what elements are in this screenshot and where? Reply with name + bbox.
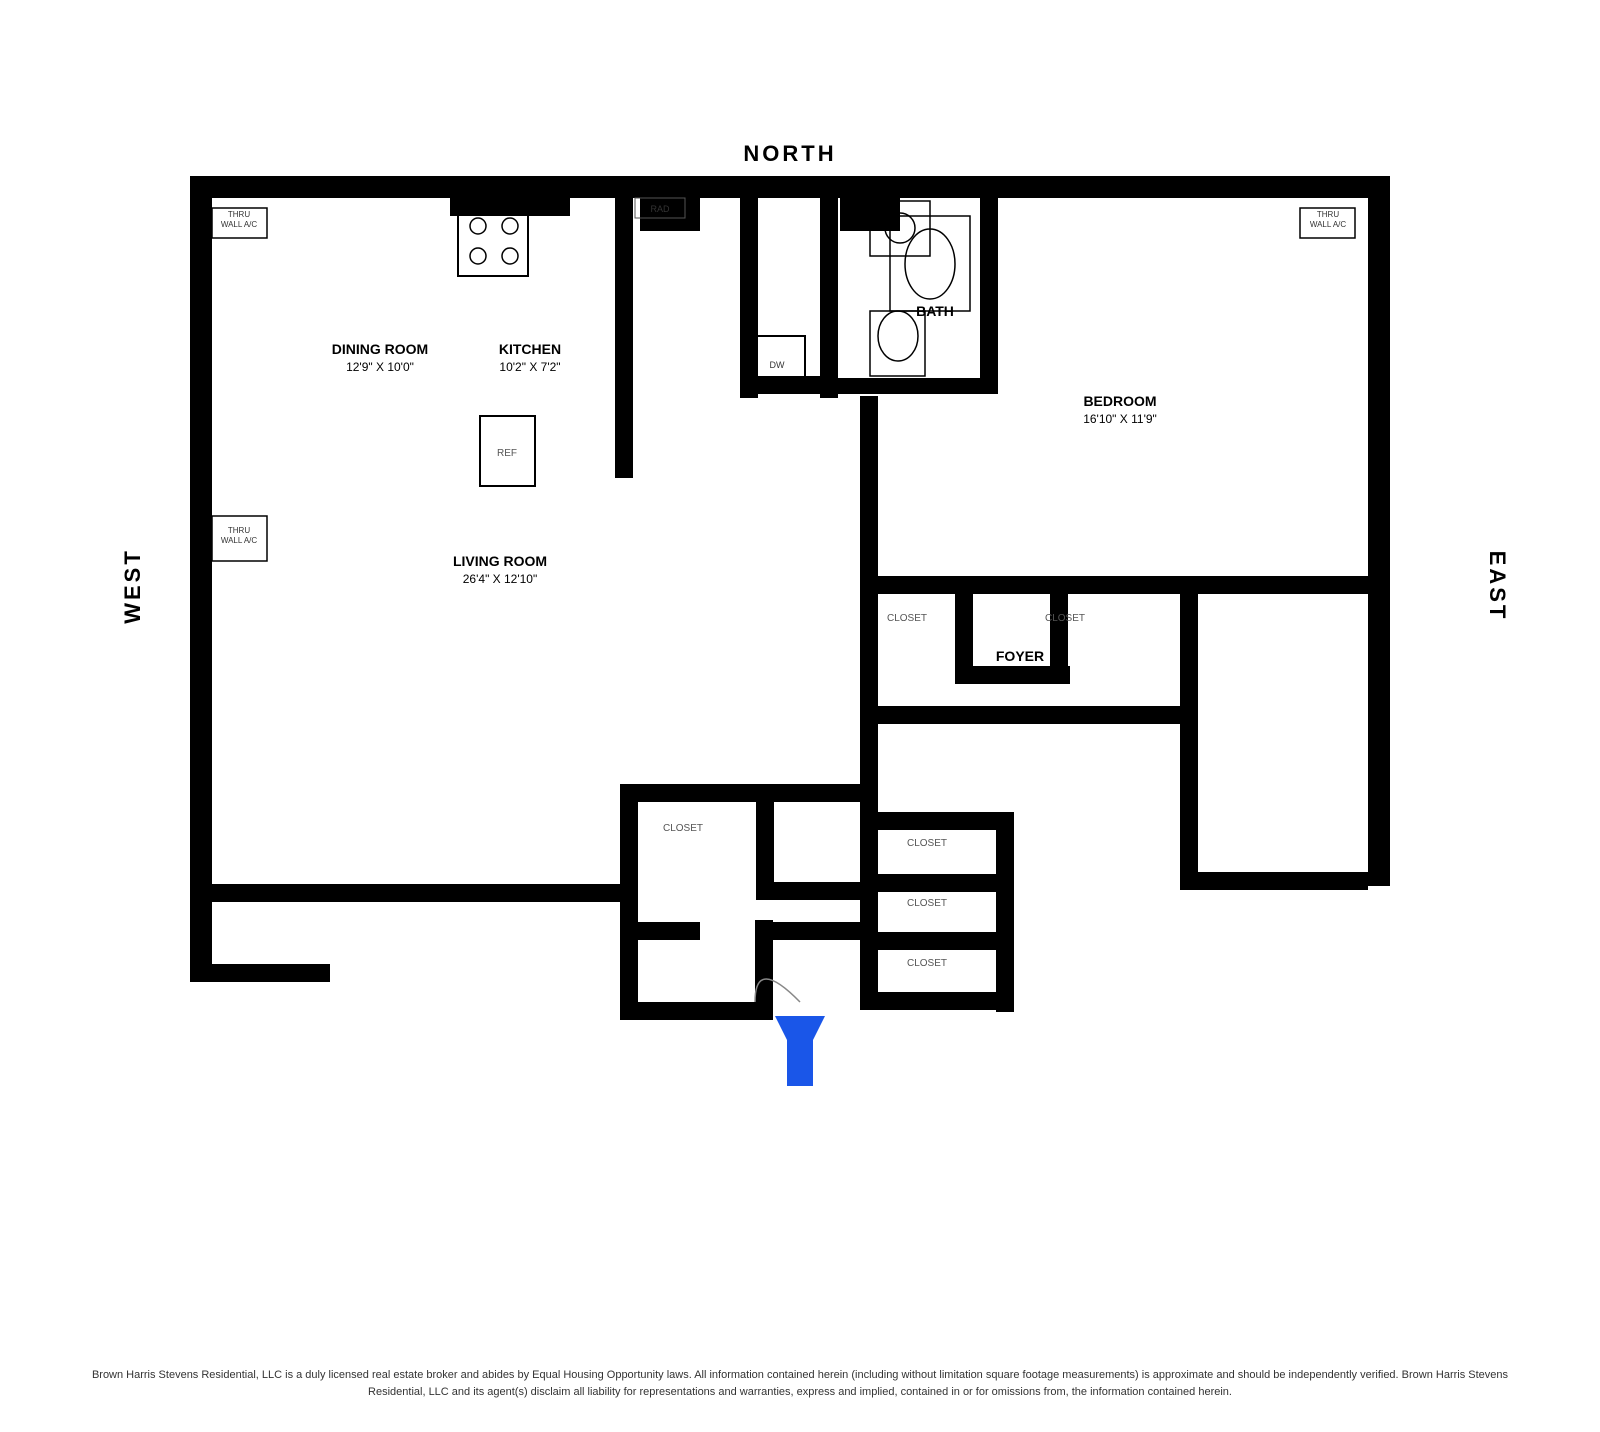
disclaimer-text: Brown Harris Stevens Residential, LLC is… bbox=[80, 1367, 1520, 1402]
bedroom-size: 16'10" X 11'9" bbox=[1083, 412, 1157, 426]
svg-text:THRU: THRU bbox=[228, 210, 250, 219]
dining-room-size: 12'9" X 10'0" bbox=[346, 360, 414, 374]
closet3-label: CLOSET bbox=[663, 823, 703, 834]
closet6-label: CLOSET bbox=[907, 958, 947, 969]
svg-text:WALL A/C: WALL A/C bbox=[221, 220, 258, 229]
kitchen-size: 10'2" X 7'2" bbox=[499, 360, 560, 374]
foyer-size: 17'6" X 5'10" bbox=[986, 667, 1054, 681]
svg-text:RAD: RAD bbox=[650, 204, 670, 214]
bedroom-label: BEDROOM bbox=[1083, 393, 1156, 409]
floorplan-container: REF NORTH EAST WEST DINING ROOM 12'9" X … bbox=[60, 60, 1540, 1312]
svg-text:WALL A/C: WALL A/C bbox=[221, 536, 258, 545]
kitchen-label: KITCHEN bbox=[499, 341, 561, 357]
foyer-label: FOYER bbox=[996, 648, 1044, 664]
dining-room-label: DINING ROOM bbox=[332, 341, 428, 357]
closet5-label: CLOSET bbox=[907, 898, 947, 909]
svg-text:THRU: THRU bbox=[1317, 210, 1339, 219]
svg-text:THRU: THRU bbox=[228, 526, 250, 535]
east-label: EAST bbox=[1485, 551, 1510, 622]
bath-label: BATH bbox=[916, 303, 954, 319]
living-room-label: LIVING ROOM bbox=[453, 553, 547, 569]
closet4-label: CLOSET bbox=[907, 838, 947, 849]
closet2-label: CLOSET bbox=[1045, 613, 1085, 624]
closet1-label: CLOSET bbox=[887, 613, 927, 624]
north-label: NORTH bbox=[743, 141, 836, 166]
svg-text:REF: REF bbox=[497, 448, 517, 459]
west-label: WEST bbox=[120, 548, 145, 624]
svg-text:DW: DW bbox=[770, 360, 785, 370]
svg-text:WALL A/C: WALL A/C bbox=[1310, 220, 1347, 229]
living-room-size: 26'4" X 12'10" bbox=[463, 572, 538, 586]
